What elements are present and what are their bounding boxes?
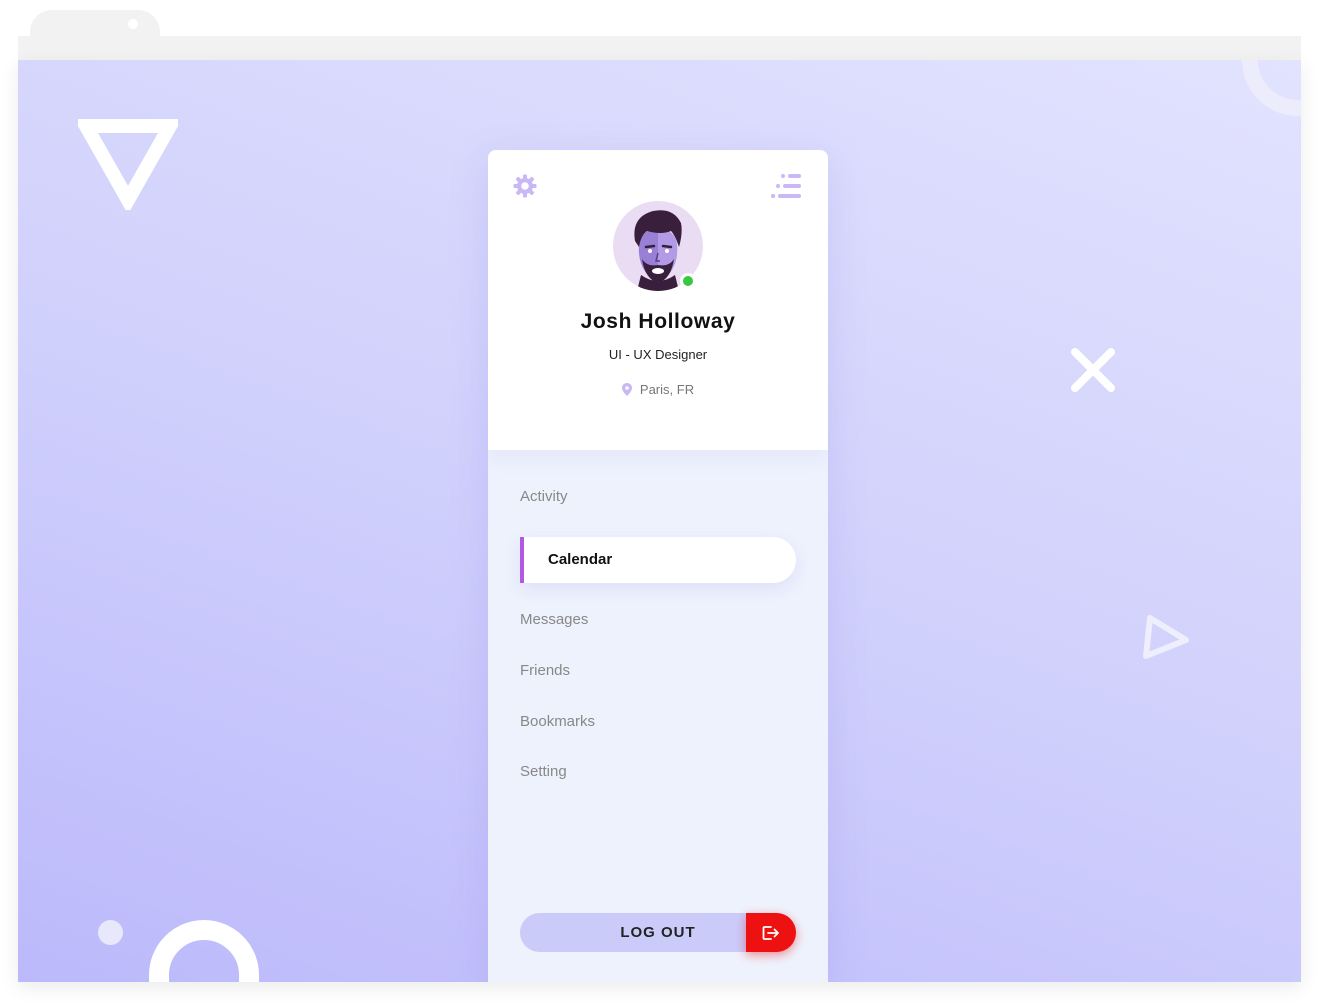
online-status-indicator <box>680 273 696 289</box>
decorative-x <box>1071 348 1115 392</box>
nav-item-bookmarks[interactable]: Bookmarks <box>520 713 595 730</box>
page-background: Josh Holloway UI - UX Designer Paris, FR… <box>18 60 1301 982</box>
logout-button[interactable]: LOG OUT <box>520 913 796 952</box>
browser-tab-dot <box>128 19 138 29</box>
decorative-ring <box>1242 60 1301 116</box>
logout-icon <box>762 925 779 940</box>
nav-item-calendar[interactable]: Calendar <box>520 537 796 583</box>
profile-card: Josh Holloway UI - UX Designer Paris, FR… <box>488 150 828 982</box>
location-pin-icon <box>621 383 632 399</box>
decorative-triangle-small <box>1143 615 1189 659</box>
browser-toolbar <box>18 36 1301 60</box>
nav-item-friends[interactable]: Friends <box>520 662 570 679</box>
gear-icon[interactable] <box>512 173 538 204</box>
location-text: Paris, FR <box>639 382 695 397</box>
profile-name: Josh Holloway <box>580 310 736 333</box>
decorative-arch <box>149 920 259 982</box>
decorative-triangle <box>78 119 178 210</box>
nav-item-messages[interactable]: Messages <box>520 611 588 628</box>
logout-icon-button[interactable] <box>746 913 796 952</box>
profile-location: Paris, FR <box>488 382 828 399</box>
nav-item-activity[interactable]: Activity <box>520 488 568 505</box>
menu-icon[interactable] <box>770 173 804 204</box>
nav-item-setting[interactable]: Setting <box>520 763 567 780</box>
decorative-dot <box>98 920 123 945</box>
profile-role: UI - UX Designer <box>608 347 708 362</box>
profile-header: Josh Holloway UI - UX Designer Paris, FR <box>488 150 828 450</box>
